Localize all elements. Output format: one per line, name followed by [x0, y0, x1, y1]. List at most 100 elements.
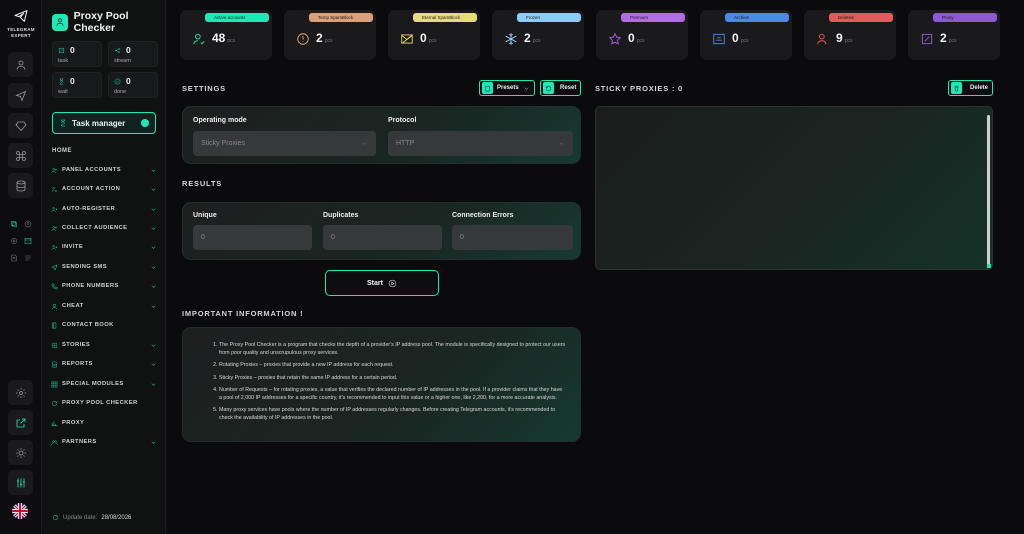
card-value: 2 pcs: [940, 31, 957, 45]
unique-field[interactable]: 0: [193, 225, 312, 250]
card-frozen[interactable]: Frozen 2 pcs: [492, 10, 584, 60]
nav-item-contact-book[interactable]: CONTACT BOOK: [51, 319, 157, 331]
card-value: 2 pcs: [524, 31, 541, 45]
hourglass-icon: [61, 119, 65, 127]
start-button[interactable]: Start: [325, 270, 439, 296]
chevron-down-icon: [524, 86, 529, 90]
mini-stat-label: done: [114, 89, 127, 95]
proxy-card-icon: [920, 32, 934, 46]
nav-item-label: CHEAT: [62, 303, 84, 309]
card-deleted[interactable]: Deleted 9 pcs: [804, 10, 896, 60]
sidebar: Proxy Pool Checker 0 task 0 stream 0 wai…: [42, 0, 166, 534]
phone-icon: [51, 283, 58, 289]
chevron-down-icon: [151, 304, 156, 308]
rail-user-button[interactable]: [8, 52, 33, 77]
nav-item-label: PROXY POOL CHECKER: [62, 400, 138, 406]
user-check-icon: [192, 32, 206, 46]
nav-item-account-action[interactable]: ACCOUNT ACTION: [51, 183, 157, 195]
nav-item-cheat[interactable]: CHEAT: [51, 300, 157, 312]
reset-button[interactable]: Reset: [540, 80, 581, 96]
rail-mini-doc-button[interactable]: [9, 253, 19, 263]
nav-item-invite[interactable]: INVITE: [51, 241, 157, 253]
info-item: Many proxy services have pools where the…: [219, 407, 566, 422]
card-label: Archive: [725, 13, 789, 22]
rail-mini-copy-button[interactable]: [9, 219, 19, 229]
nav-item-partners[interactable]: PARTNERS: [51, 436, 157, 448]
nav-item-phone-numbers[interactable]: PHONE NUMBERS: [51, 280, 157, 292]
nav-item-proxy-pool-checker[interactable]: PROXY POOL CHECKER: [51, 397, 157, 409]
rail-database-button[interactable]: [8, 173, 33, 198]
presets-label: Presets: [497, 85, 519, 91]
chevron-down-icon: [151, 440, 156, 444]
sticky-proxies-textarea[interactable]: [595, 106, 993, 270]
rail-diamond-button[interactable]: [8, 113, 33, 138]
app-title: Proxy Pool Checker: [73, 10, 129, 34]
rail-theme-button[interactable]: [8, 440, 33, 465]
mini-stat-value: 0: [70, 76, 75, 86]
duplicates-field[interactable]: 0: [323, 225, 442, 250]
archive-icon: [712, 32, 726, 46]
mini-stat-done: 0 done: [108, 72, 158, 98]
protocol-select[interactable]: HTTP: [388, 131, 573, 156]
rail-equalizer-button[interactable]: [8, 470, 33, 495]
card-active-accounts[interactable]: Active accounts 48 pcs: [180, 10, 272, 60]
presets-button[interactable]: Presets: [479, 80, 535, 96]
users-icon: [51, 167, 57, 173]
rail-mini-list-button[interactable]: [23, 253, 33, 263]
user-add-icon: [51, 244, 58, 250]
user-icon: [51, 303, 58, 309]
update-date: Update date: 28/08/2026: [52, 514, 131, 521]
rail-mini-window-button[interactable]: [23, 236, 33, 246]
mini-stat-stream: 0 stream: [108, 41, 158, 67]
mini-stat-wait: 0 wait: [52, 72, 102, 98]
rail-mini-gear-button[interactable]: [9, 236, 19, 246]
nav-item-collect-audience[interactable]: COLLECT AUDIENCE: [51, 222, 157, 234]
hourglass-icon: [59, 78, 64, 84]
nav-item-label: SENDING SMS: [62, 264, 107, 270]
mail-block-icon: [400, 32, 414, 46]
card-eternal-spamblock[interactable]: Eternal SpamBlock 0 pcs: [388, 10, 480, 60]
reset-icon: [543, 82, 554, 94]
task-manager-button[interactable]: Task manager: [52, 112, 156, 134]
nav-item-special-modules[interactable]: SPECIAL MODULES: [51, 378, 157, 390]
mini-stat-label: stream: [114, 58, 131, 64]
rail-send-button[interactable]: [8, 83, 33, 108]
mini-stat-value: 0: [126, 76, 131, 86]
nav-item-reports[interactable]: REPORTS: [51, 358, 157, 370]
stories-icon: [51, 342, 58, 348]
nav-item-label: COLLECT AUDIENCE: [62, 225, 128, 231]
document-icon: [11, 254, 17, 262]
card-proxy[interactable]: Proxy 2 pcs: [908, 10, 1000, 60]
card-label: Premium: [621, 13, 685, 22]
card-premium[interactable]: Premium 0 pcs: [596, 10, 688, 60]
rail-mini-user-button[interactable]: [23, 219, 33, 229]
refresh-icon: [51, 400, 58, 406]
uk-flag-icon[interactable]: [12, 503, 28, 519]
connection-errors-field[interactable]: 0: [452, 225, 573, 250]
rail-settings-button[interactable]: [8, 380, 33, 405]
update-date-value: 28/08/2026: [101, 514, 132, 521]
info-item: Number of Requests – for rotating proxie…: [219, 387, 566, 402]
nav-item-stories[interactable]: STORIES: [51, 339, 157, 351]
delete-button[interactable]: Delete: [948, 80, 993, 96]
proxy-icon: [51, 420, 58, 426]
card-value: 0 pcs: [732, 31, 749, 45]
nav-home[interactable]: HOME: [52, 148, 72, 154]
app-header: Proxy Pool Checker: [52, 10, 165, 34]
nav-item-sending-sms[interactable]: SENDING SMS: [51, 261, 157, 273]
card-temp-spamblock[interactable]: Temp SpamBlock 2 pcs: [284, 10, 376, 60]
nav-item-proxy[interactable]: PROXY: [51, 417, 157, 429]
chevron-down-icon: [151, 382, 156, 386]
rail-external-button[interactable]: [8, 410, 33, 435]
nav-item-panel-accounts[interactable]: PANEL ACCOUNTS: [51, 164, 157, 176]
card-value: 48 pcs: [212, 31, 236, 45]
operating-mode-select[interactable]: Sticky Proxies: [193, 131, 376, 156]
nav-item-auto-register[interactable]: AUTO-REGISTER: [51, 203, 157, 215]
scrollbar[interactable]: [987, 115, 990, 265]
rail-command-button[interactable]: [8, 143, 33, 168]
list-icon: [25, 255, 31, 261]
resize-handle[interactable]: [987, 264, 991, 268]
operating-mode-value: Sticky Proxies: [201, 140, 245, 147]
card-archive[interactable]: Archive 0 pcs: [700, 10, 792, 60]
reset-label: Reset: [560, 85, 577, 91]
